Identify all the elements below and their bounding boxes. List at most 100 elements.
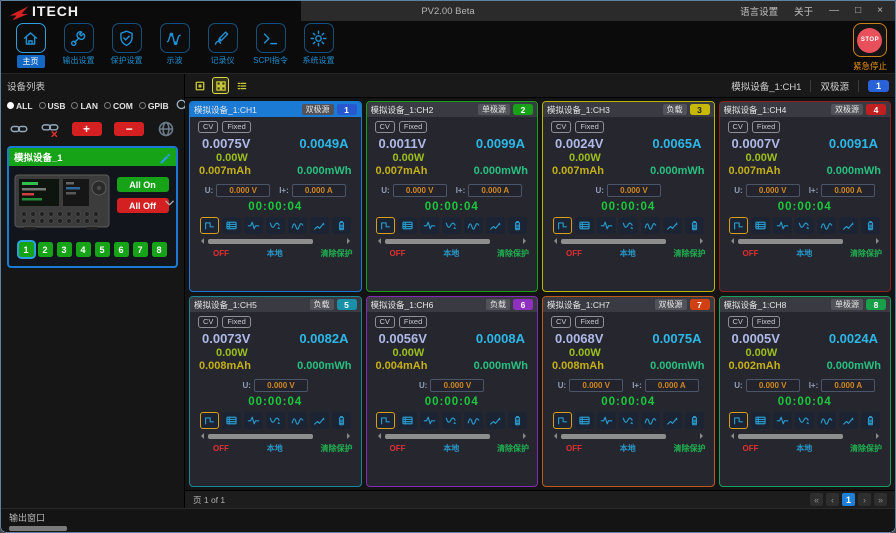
battery-icon[interactable] (861, 217, 880, 234)
ramp-icon[interactable] (486, 412, 505, 429)
pulse-icon[interactable] (597, 412, 616, 429)
breadcrumb-mode[interactable]: 双极源 (820, 79, 849, 93)
voltage-set-input[interactable]: 0.000 V (254, 379, 308, 392)
output-off-button[interactable]: OFF (198, 442, 229, 455)
channel-button-6[interactable]: 6 (114, 242, 129, 257)
output-off-button[interactable]: OFF (375, 442, 406, 455)
all-on-button[interactable]: All On (117, 177, 169, 192)
voltage-set-input[interactable]: 0.000 V (430, 379, 484, 392)
sequence-table-icon[interactable] (751, 217, 770, 234)
sequence-table-icon[interactable] (575, 217, 594, 234)
filter-gpib[interactable]: GPIB (139, 101, 169, 111)
toolbar-item-home[interactable]: 主页 (7, 23, 54, 68)
scrollbar-thumb[interactable] (738, 239, 843, 244)
language-settings-menu[interactable]: 语言设置 (740, 4, 778, 18)
scroll-right-icon[interactable] (347, 238, 353, 244)
wave-arrow-icon[interactable] (266, 412, 285, 429)
sequence-table-icon[interactable] (222, 217, 241, 234)
toolbar-item-output-settings[interactable]: 输出设置 (55, 23, 102, 68)
sine-wave-icon[interactable] (464, 412, 483, 429)
network-icon[interactable] (157, 120, 175, 138)
filter-com[interactable]: COM (104, 101, 133, 111)
clear-protection-button[interactable]: 清除保护 (306, 247, 353, 260)
filter-usb[interactable]: USB (39, 101, 66, 111)
card-scrollbar[interactable] (551, 433, 706, 439)
voltage-set-input[interactable]: 0.000 V (569, 379, 623, 392)
scroll-left-icon[interactable] (375, 433, 381, 439)
output-off-button[interactable]: OFF (551, 247, 582, 260)
card-scrollbar[interactable] (198, 238, 353, 244)
ramp-icon[interactable] (839, 217, 858, 234)
channel-card-header[interactable]: 模拟设备_1:CH5 负载 5 (190, 297, 361, 312)
channel-card-header[interactable]: 模拟设备_1:CH7 双极源 7 (543, 297, 714, 312)
ramp-icon[interactable] (663, 217, 682, 234)
clear-protection-button[interactable]: 清除保护 (835, 247, 882, 260)
scroll-left-icon[interactable] (198, 238, 204, 244)
clear-protection-button[interactable]: 清除保护 (659, 247, 706, 260)
scroll-left-icon[interactable] (551, 238, 557, 244)
scrollbar-thumb[interactable] (208, 239, 313, 244)
emergency-stop-button[interactable]: STOP (853, 23, 887, 57)
channel-card-header[interactable]: 模拟设备_1:CH4 双极源 4 (720, 102, 891, 117)
add-device-button[interactable]: + (72, 122, 102, 136)
ramp-icon[interactable] (486, 217, 505, 234)
battery-icon[interactable] (508, 217, 527, 234)
step-wave-icon[interactable] (729, 217, 748, 234)
prev-page-button[interactable]: ‹ (826, 493, 839, 506)
card-scrollbar[interactable] (551, 238, 706, 244)
clear-protection-button[interactable]: 清除保护 (835, 442, 882, 455)
filter-all[interactable]: ALL (7, 101, 33, 111)
sine-wave-icon[interactable] (817, 412, 836, 429)
clear-protection-button[interactable]: 清除保护 (306, 442, 353, 455)
clear-protection-button[interactable]: 清除保护 (482, 442, 529, 455)
step-wave-icon[interactable] (376, 217, 395, 234)
clear-protection-button[interactable]: 清除保护 (659, 442, 706, 455)
channel-button-7[interactable]: 7 (133, 242, 148, 257)
local-mode-button[interactable]: 本地 (428, 442, 459, 455)
scroll-right-icon[interactable] (347, 433, 353, 439)
battery-icon[interactable] (685, 217, 704, 234)
wave-arrow-icon[interactable] (619, 412, 638, 429)
pulse-icon[interactable] (244, 412, 263, 429)
sequence-table-icon[interactable] (222, 412, 241, 429)
sine-wave-icon[interactable] (817, 217, 836, 234)
next-page-button[interactable]: › (858, 493, 871, 506)
clear-protection-button[interactable]: 清除保护 (482, 247, 529, 260)
maximize-button[interactable]: □ (855, 6, 861, 16)
current-set-input[interactable]: 0.000 A (645, 379, 699, 392)
toolbar-item-protection[interactable]: 保护设置 (103, 23, 150, 68)
scrollbar-thumb[interactable] (208, 434, 313, 439)
sequence-table-icon[interactable] (398, 412, 417, 429)
pulse-icon[interactable] (420, 412, 439, 429)
output-off-button[interactable]: OFF (551, 442, 582, 455)
local-mode-button[interactable]: 本地 (605, 247, 636, 260)
battery-icon[interactable] (508, 412, 527, 429)
toolbar-item-oscilloscope[interactable]: 示波 (151, 23, 198, 68)
channel-button-5[interactable]: 5 (95, 242, 110, 257)
ramp-icon[interactable] (839, 412, 858, 429)
pulse-icon[interactable] (244, 217, 263, 234)
scroll-right-icon[interactable] (523, 238, 529, 244)
channel-card-header[interactable]: 模拟设备_1:CH3 负载 3 (543, 102, 714, 117)
battery-icon[interactable] (861, 412, 880, 429)
ramp-icon[interactable] (310, 217, 329, 234)
wave-arrow-icon[interactable] (795, 412, 814, 429)
output-off-button[interactable]: OFF (198, 247, 229, 260)
current-set-input[interactable]: 0.000 A (821, 184, 875, 197)
card-scrollbar[interactable] (375, 433, 530, 439)
breadcrumb-channel[interactable]: 模拟设备_1:CH1 (731, 79, 801, 93)
step-wave-icon[interactable] (376, 412, 395, 429)
grid-view-button[interactable] (212, 77, 229, 94)
output-off-button[interactable]: OFF (728, 247, 759, 260)
local-mode-button[interactable]: 本地 (428, 247, 459, 260)
voltage-set-input[interactable]: 0.000 V (746, 379, 800, 392)
scroll-right-icon[interactable] (876, 433, 882, 439)
local-mode-button[interactable]: 本地 (781, 442, 812, 455)
device-card[interactable]: 模拟设备_1 (7, 146, 178, 268)
scroll-right-icon[interactable] (523, 433, 529, 439)
sequence-table-icon[interactable] (751, 412, 770, 429)
voltage-set-input[interactable]: 0.000 V (393, 184, 447, 197)
sine-wave-icon[interactable] (288, 412, 307, 429)
step-wave-icon[interactable] (200, 217, 219, 234)
channel-card-header[interactable]: 模拟设备_1:CH8 单极源 8 (720, 297, 891, 312)
